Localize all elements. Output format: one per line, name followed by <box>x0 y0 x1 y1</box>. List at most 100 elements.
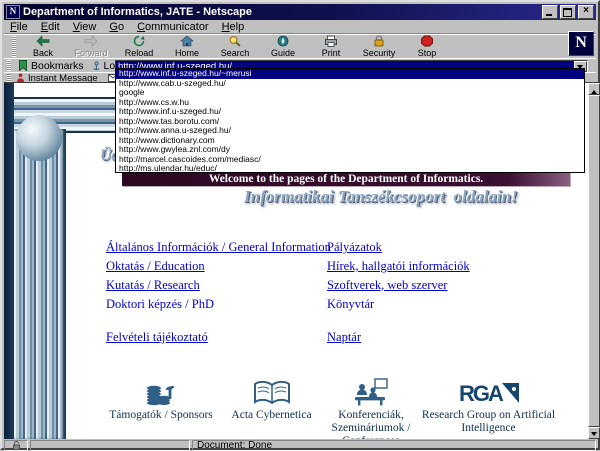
print-icon <box>324 35 338 47</box>
window-title: Department of Informatics, JATE - Netsca… <box>23 6 542 18</box>
bookmarks-button[interactable]: Bookmarks <box>14 60 88 72</box>
menu-item-help[interactable]: Help <box>222 21 245 33</box>
close-icon: × <box>579 5 593 17</box>
link-naptar[interactable]: Naptár <box>327 330 361 345</box>
footer-sponsors-label: Támogatók / Sponsors <box>96 409 226 422</box>
bookmarks-label: Bookmarks <box>31 60 84 72</box>
home-label: Home <box>175 48 199 58</box>
footer-acta-cybernetica[interactable]: Acta Cybernetica <box>214 374 329 422</box>
back-arrow-icon <box>36 35 50 47</box>
menu-item-view[interactable]: View <box>73 21 97 33</box>
url-history-item[interactable]: http://www.dictionary.com <box>116 136 584 146</box>
back-button[interactable]: Back <box>19 35 67 58</box>
scroll-down-icon[interactable] <box>588 427 600 439</box>
location-icon <box>92 61 101 71</box>
url-history-item[interactable]: http://www.tas.borotu.com/ <box>116 117 584 127</box>
footer-conferences-label: Konferenciák, Szemináriumok / Conference… <box>316 409 426 439</box>
url-history-item[interactable]: http://www.gwylea.znl.com/dy <box>116 145 584 155</box>
scrollbar-thumb[interactable] <box>588 95 600 427</box>
search-label: Search <box>221 48 250 58</box>
reload-button[interactable]: Reload <box>115 35 163 58</box>
footer-rgai[interactable]: RGA Research Group on Artificial Intelli… <box>421 374 556 435</box>
footer-conferences[interactable]: Konferenciák, Szemináriumok / Conference… <box>316 374 426 439</box>
guide-label: Guide <box>271 48 295 58</box>
link-general-information[interactable]: Általános Információk / General Informat… <box>106 240 331 255</box>
url-history-dropdown: http://www.inf.u-szeged.hu/~merusi http:… <box>115 68 585 173</box>
column-graphic-edge <box>4 83 14 439</box>
conference-people-icon <box>353 378 389 406</box>
home-button[interactable]: Home <box>163 35 211 58</box>
link-konyvtar[interactable]: Könyvtár <box>327 297 374 312</box>
guide-button[interactable]: Guide <box>259 35 307 58</box>
reload-icon <box>132 35 146 47</box>
guide-compass-icon <box>276 35 290 47</box>
progress-segment <box>30 440 190 451</box>
menu-item-file[interactable]: File <box>10 21 28 33</box>
maximize-icon <box>563 8 572 17</box>
subtitle-script-text: Informatikai Tanszékcsoport oldalain! <box>244 187 518 207</box>
stop-button[interactable]: Stop <box>403 35 451 58</box>
link-palyazatok[interactable]: Pályázatok <box>327 240 382 255</box>
menu-bar: File Edit View Go Communicator Help <box>4 20 596 34</box>
security-label: Security <box>363 48 396 58</box>
location-bar-grip[interactable] <box>7 60 11 71</box>
security-button[interactable]: Security <box>355 35 403 58</box>
personal-bar-grip[interactable] <box>7 74 11 82</box>
url-history-item[interactable]: http://www.cab.u-szeged.hu/ <box>116 79 584 89</box>
menu-item-edit[interactable]: Edit <box>41 21 60 33</box>
welcome-banner: Welcome to the pages of the Department o… <box>122 172 570 186</box>
search-icon <box>228 35 242 47</box>
vertical-scrollbar[interactable] <box>588 82 600 439</box>
menu-item-go[interactable]: Go <box>109 21 124 33</box>
scroll-up-icon[interactable] <box>588 83 600 95</box>
url-history-item[interactable]: http://www.anna.u-szeged.hu/ <box>116 126 584 136</box>
sponsors-coins-icon <box>142 376 180 406</box>
search-button[interactable]: Search <box>211 35 259 58</box>
maximize-button[interactable] <box>560 5 576 19</box>
stop-icon <box>420 35 434 47</box>
svg-text:RGA: RGA <box>459 381 504 406</box>
netscape-logo[interactable]: N <box>568 31 594 56</box>
link-education[interactable]: Oktatás / Education <box>106 259 205 274</box>
security-lock-icon <box>372 35 386 47</box>
forward-arrow-icon <box>84 35 98 47</box>
url-history-item[interactable]: http://www.inf.u-szeged.hu/~merusi <box>116 69 584 79</box>
link-szoftverek[interactable]: Szoftverek, web szerver <box>327 278 447 293</box>
footer-sponsors[interactable]: Támogatók / Sponsors <box>96 374 226 422</box>
url-history-item[interactable]: http://www.inf.u-szeged.hu/ <box>116 107 584 117</box>
link-hirek[interactable]: Hírek, hallgatói információk <box>327 259 470 274</box>
open-book-icon <box>252 380 292 406</box>
print-label: Print <box>322 48 341 58</box>
url-history-item[interactable]: http://ms.ulendar.hu/educ/ <box>116 164 584 174</box>
menu-item-communicator[interactable]: Communicator <box>137 21 209 33</box>
security-status-segment[interactable] <box>4 440 28 451</box>
link-admissions[interactable]: Felvételi tájékoztató <box>106 330 208 345</box>
minimize-icon <box>546 14 552 16</box>
title-bar: N Department of Informatics, JATE - Nets… <box>4 4 596 20</box>
url-history-item[interactable]: google <box>116 88 584 98</box>
footer-rgai-label: Research Group on Artificial Intelligenc… <box>421 409 556 435</box>
sphere-graphic <box>16 115 62 161</box>
minimize-button[interactable] <box>542 5 558 19</box>
link-research[interactable]: Kutatás / Research <box>106 278 200 293</box>
rgai-logo: RGA <box>458 380 520 406</box>
forward-label: Forward <box>74 48 107 58</box>
footer-acta-label: Acta Cybernetica <box>214 409 329 422</box>
greek-column-graphic <box>14 129 66 439</box>
stop-label: Stop <box>418 48 437 58</box>
link-phd[interactable]: Doktori képzés / PhD <box>106 297 214 312</box>
url-history-item[interactable]: http://marcel.cascoides.com/mediasc/ <box>116 155 584 165</box>
netscape-window-icon: N <box>6 5 20 19</box>
netscape-window: N Department of Informatics, JATE - Nets… <box>0 0 600 450</box>
status-bar: Document: Done <box>4 439 596 451</box>
toolbar-grip[interactable] <box>12 36 16 57</box>
bookmarks-icon <box>18 60 28 71</box>
print-button[interactable]: Print <box>307 35 355 58</box>
reload-label: Reload <box>125 48 154 58</box>
close-button[interactable]: × <box>578 5 594 19</box>
url-history-item[interactable]: http://www.cs.w.hu <box>116 98 584 108</box>
home-icon <box>180 35 194 47</box>
status-text: Document: Done <box>192 440 596 451</box>
back-label: Back <box>33 48 53 58</box>
forward-button[interactable]: Forward <box>67 35 115 58</box>
